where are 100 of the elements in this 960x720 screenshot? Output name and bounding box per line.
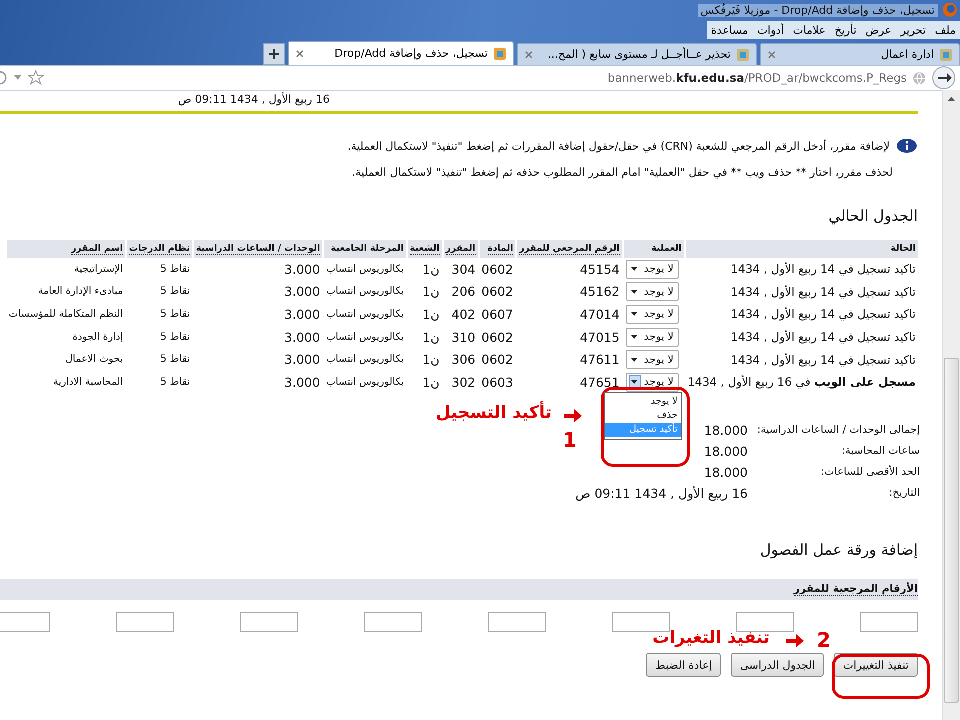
table-cell-text: 0607: [480, 306, 514, 324]
table-cell-text: نقاط 5: [160, 330, 192, 345]
table-cell-text: 47014: [579, 306, 621, 324]
column-header: نظام الدرجات: [127, 240, 192, 258]
menu-item[interactable]: تحرير: [900, 24, 926, 36]
table-cell-text: 0602: [480, 260, 514, 279]
table-cell-text: 47651: [579, 374, 621, 392]
plus-icon: [268, 48, 280, 60]
table-cell-text: ن1: [422, 328, 441, 347]
status-cell-text: تاكيد تسجيل في 14 ربيع الأول , 1434: [730, 329, 917, 346]
annotation-label: تنفيذ التغيرات: [652, 628, 770, 648]
table-cell-text: بكالوريوس انتساب: [325, 285, 406, 300]
action-dropdown[interactable]: لا يوجد: [626, 304, 679, 324]
total-value: 18.000: [704, 464, 748, 480]
table-cell-text: 206: [450, 283, 477, 302]
reset-button[interactable]: إعادة الضبط: [646, 653, 722, 677]
table-cell-text: 3.000: [284, 328, 322, 347]
crn-input-field[interactable]: [0, 612, 50, 632]
menu-item[interactable]: أدوات: [757, 24, 784, 36]
close-icon[interactable]: [295, 48, 305, 58]
caret-down-icon: [631, 267, 638, 272]
table-cell-text: 0602: [480, 328, 514, 347]
table-cell-text: بكالوريوس انتساب: [325, 353, 406, 368]
annotation-label: تأكيد التسجيل: [436, 403, 552, 423]
column-header: الوحدات / الساعات الدراسية: [194, 240, 322, 258]
page-icon: [939, 48, 953, 62]
browser-tab[interactable]: تسجيل، حذف وإضافة Drop/Add: [288, 41, 514, 65]
caret-down-icon: [631, 312, 638, 316]
dropdown-caret-icon[interactable]: [14, 75, 22, 81]
table-cell-text: 3.000: [284, 374, 322, 392]
globe-icon: [913, 72, 926, 84]
action-dropdown[interactable]: لا يوجد: [626, 350, 679, 370]
caret-down-icon: [631, 358, 638, 362]
table-cell-text: بكالوريوس انتساب: [325, 308, 406, 322]
caret-down-icon: [631, 380, 638, 384]
table-cell-text: نقاط 5: [160, 285, 192, 300]
menu-item[interactable]: تأريخ: [834, 24, 857, 36]
menu-item[interactable]: عرض: [866, 24, 892, 36]
close-icon[interactable]: [767, 50, 777, 60]
address-bar-url[interactable]: bannerweb.kfu.edu.sa/PROD_ar/bwckcoms.P_Regs: [608, 71, 907, 85]
table-cell-text: 47015: [579, 328, 621, 347]
status-cell-text: تاكيد تسجيل في 14 ربيع الأول , 1434: [730, 284, 917, 301]
tab-label: ادارة اعمال: [880, 48, 934, 61]
menu-item[interactable]: مساعدة: [711, 24, 748, 36]
new-tab-button[interactable]: [263, 43, 285, 65]
browser-tab[interactable]: تحذير عــاأجــل لـ مستوى سابع ( المح...: [517, 43, 757, 65]
page-icon: [493, 46, 507, 60]
crn-input-field[interactable]: [240, 612, 298, 632]
window-title: تسجيل، حذف وإضافة Drop/Add - موزيلا فَيَرفُكس: [698, 4, 938, 16]
status-cell-text: تاكيد تسجيل في 14 ربيع الأول , 1434: [730, 306, 917, 324]
dropdown-option[interactable]: حذف: [604, 408, 681, 423]
instruction-text: لحذف مقرر، اختار ** حذف ويب ** في حقل "العملية" امام المقرر المطلوب حذفه ثم إضغط "تنفيذ" لاستكمال العملية.: [352, 166, 893, 179]
column-header: المادة: [480, 240, 516, 258]
column-header: الحالة: [686, 240, 918, 258]
annotation-number: 1: [563, 430, 577, 450]
action-dropdown[interactable]: لا يوجد: [626, 328, 679, 347]
total-value: 18.000: [704, 444, 748, 459]
total-value: 18.000: [704, 422, 748, 438]
crn-input-field[interactable]: [364, 612, 422, 632]
caret-down-icon: [631, 335, 638, 340]
action-dropdown[interactable]: لا يوجد: [626, 282, 679, 302]
table-cell-text: بحوث الاعمال: [64, 353, 124, 368]
table-cell-text: نقاط 5: [160, 376, 192, 390]
star-icon[interactable]: [28, 70, 44, 86]
table-cell-text: 310: [450, 328, 477, 347]
table-cell-text: 0602: [480, 283, 514, 302]
close-icon[interactable]: [524, 50, 534, 60]
crn-input-field[interactable]: [736, 612, 794, 632]
column-header: اسم المقرر: [6, 240, 126, 258]
action-dropdown[interactable]: لا يوجد: [626, 260, 679, 279]
table-cell-text: 302: [450, 374, 477, 392]
menu-item[interactable]: علامات: [793, 24, 826, 36]
column-header: الشعبة: [408, 240, 442, 258]
browser-tab[interactable]: ادارة اعمال: [760, 43, 960, 65]
table-cell-text: 45154: [579, 260, 621, 279]
table-cell-text: النظم المتكاملة للمؤسسات: [8, 308, 124, 322]
status-cell-text: مسجل على الويب في 16 ربيع الأول , 1434: [686, 374, 917, 392]
column-header: المرحلة الجامعية: [324, 240, 406, 258]
status-cell-text: تاكيد تسجيل في 14 ربيع الأول , 1434: [730, 352, 917, 369]
crn-input-field[interactable]: [488, 612, 546, 632]
column-header: المقرر: [444, 240, 478, 258]
annotation-number: 2: [817, 630, 831, 650]
crn-input-field[interactable]: [116, 612, 174, 632]
menu-item[interactable]: ملف: [935, 24, 956, 36]
scrollbar-thumb[interactable]: [944, 358, 959, 703]
schedule-button[interactable]: الجدول الدراسى: [731, 653, 824, 677]
crn-input-field[interactable]: [612, 612, 670, 632]
table-cell-text: 402: [450, 306, 477, 324]
table-cell-text: الإستراتيجية: [73, 262, 124, 277]
table-cell-text: 3.000: [284, 260, 322, 279]
dropdown-option[interactable]: لا يوجد: [604, 394, 681, 409]
total-label: إجمالى الوحدات / الساعات الدراسية:: [757, 424, 920, 436]
table-cell-text: 0602: [480, 351, 514, 370]
table-cell-text: ن1: [422, 306, 441, 324]
table-cell-text: ن1: [422, 283, 441, 302]
browser-logo-icon: [942, 2, 958, 18]
arrow-icon: [785, 633, 805, 649]
table-cell-text: مبادىء الإدارة العامة: [37, 285, 124, 300]
table-cell-text: 0603: [480, 374, 514, 392]
crn-input-field[interactable]: [860, 612, 918, 632]
